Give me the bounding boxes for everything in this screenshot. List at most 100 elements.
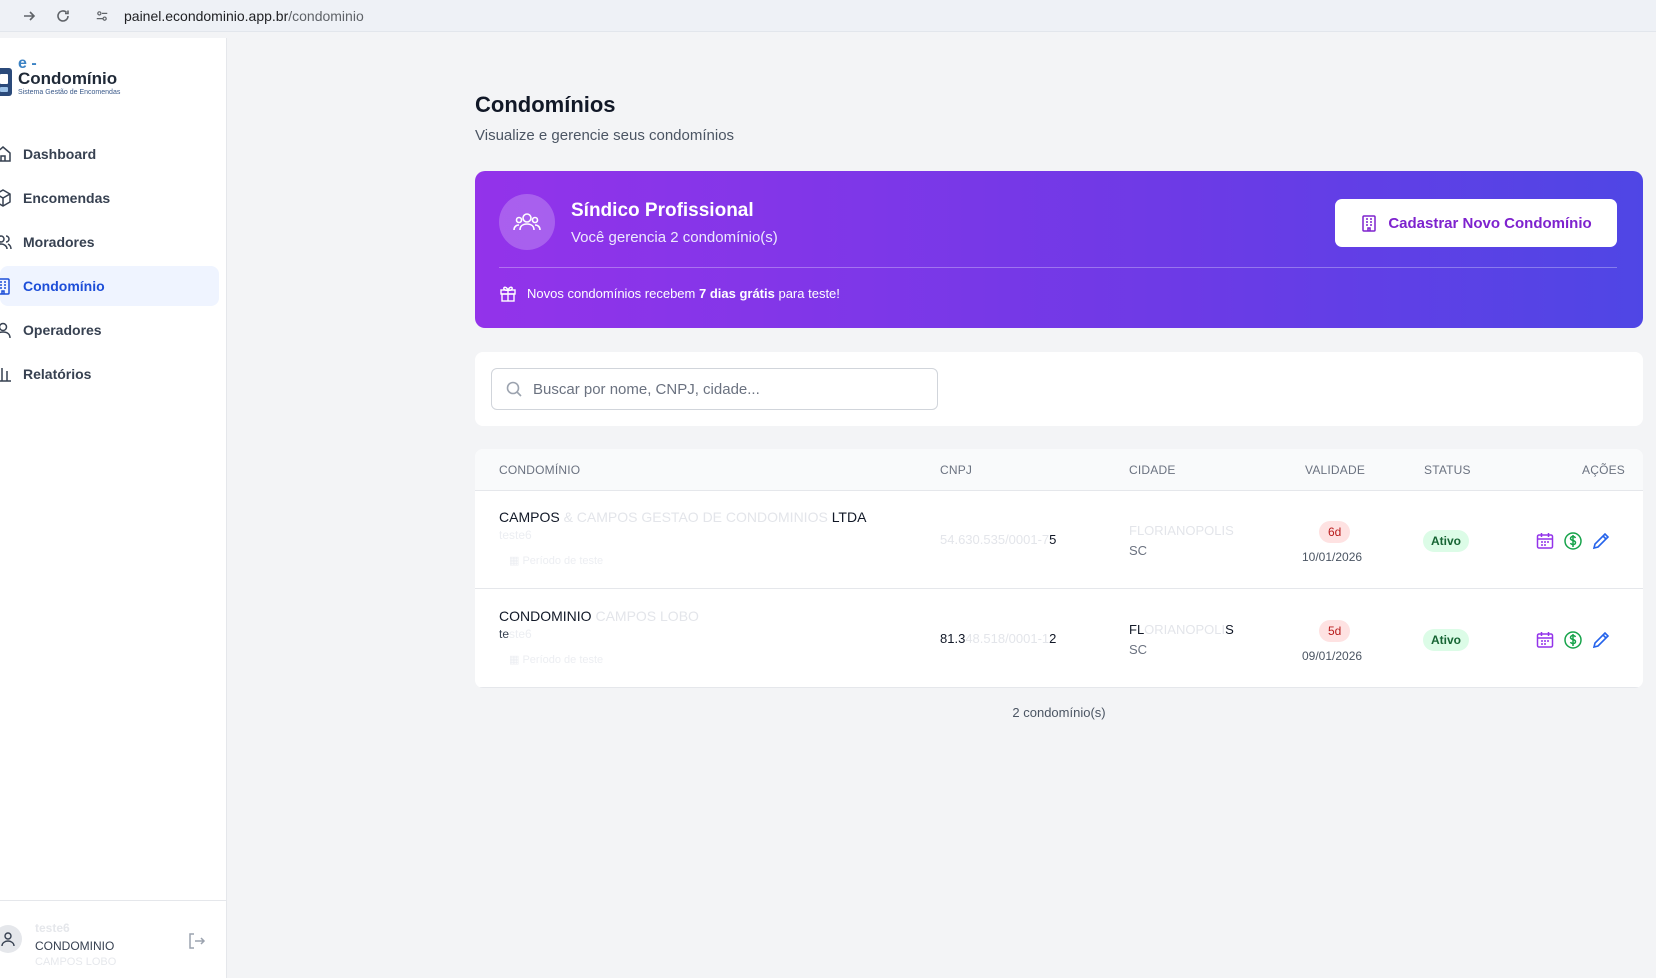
banner-promo: Novos condomínios recebem 7 dias grátis …: [499, 284, 840, 302]
validity-date: 10/01/2026: [1302, 550, 1363, 564]
calendar-icon[interactable]: [1535, 630, 1555, 650]
trial-label: Período de teste: [522, 555, 604, 567]
condominio-count: 2 condomínio(s): [1012, 705, 1106, 720]
sidebar-item-label: Operadores: [23, 322, 102, 338]
days-left-badge: 5d: [1319, 620, 1351, 642]
city-faded: ORIANOPOLI: [1144, 622, 1226, 637]
banner-divider: [499, 267, 1617, 268]
trial-badge: ▦ Período de teste: [509, 654, 604, 666]
logo-tagline: Sistema Gestão de Encomendas: [18, 89, 121, 96]
add-condominio-button[interactable]: Cadastrar Novo Condomínio: [1335, 199, 1617, 247]
building-icon: [1360, 214, 1378, 232]
condo-name: CAMPOS & CAMPOS GESTAO DE CONDOMINIOS LT…: [499, 509, 866, 525]
page-subtitle: Visualize e gerencie seus condomínios: [475, 127, 735, 144]
sidebar-item-label: Dashboard: [23, 146, 97, 162]
sidebar-item-encomendas[interactable]: Encomendas: [0, 178, 219, 218]
status-badge: Ativo: [1423, 629, 1469, 651]
package-icon: [0, 189, 12, 207]
edit-icon[interactable]: [1591, 630, 1611, 650]
building-icon: [0, 277, 12, 295]
search-card: [475, 352, 1643, 426]
edit-icon[interactable]: [1591, 531, 1611, 551]
banner-subtitle: Você gerencia 2 condomínio(s): [571, 229, 778, 246]
header-validade[interactable]: VALIDADE: [1305, 463, 1365, 477]
city-visible: FL: [1129, 622, 1145, 637]
sidebar-item-condominio[interactable]: Condomínio: [0, 266, 219, 306]
url-domain: painel.econdominio.app.br: [124, 8, 289, 24]
city-faded: FLORIANOPOLIS: [1129, 523, 1234, 538]
condo-name-start: CAMPOS: [499, 509, 560, 525]
users-icon: [0, 233, 12, 251]
condo-city: FLORIANOPOLIS: [1129, 622, 1234, 637]
search-box[interactable]: [491, 368, 938, 410]
validity-date: 09/01/2026: [1302, 649, 1363, 663]
status-badge: Ativo: [1423, 530, 1469, 552]
sidebar-item-relatorios[interactable]: Relatórios: [0, 354, 219, 394]
site-settings-icon[interactable]: [92, 6, 112, 26]
home-icon: [0, 145, 12, 163]
user-avatar-icon: [1, 932, 15, 947]
sidebar-user-panel: teste6 CONDOMINIO CAMPOS LOBO: [0, 900, 227, 978]
condominios-table: CONDOMÍNIO CNPJ CIDADE VALIDADE STATUS A…: [475, 449, 1643, 688]
logo-name: Condomínio: [18, 69, 118, 88]
condo-city: FLORIANOPOLIS: [1129, 523, 1234, 538]
calendar-icon[interactable]: [1535, 531, 1555, 551]
user-icon: [0, 321, 12, 339]
dollar-icon[interactable]: [1563, 630, 1583, 650]
condo-cnpj: 54.630.535/0001-75: [940, 532, 1056, 547]
promo-text-before: Novos condomínios recebem: [527, 285, 699, 301]
condo-name-faded: & CAMPOS GESTAO DE CONDOMINIOS: [559, 509, 832, 525]
header-cidade[interactable]: CIDADE: [1129, 463, 1176, 477]
sidebar-item-moradores[interactable]: Moradores: [0, 222, 219, 262]
days-left-badge: 6d: [1319, 521, 1351, 543]
logo-mark-icon: [0, 68, 12, 96]
table-row[interactable]: CAMPOS & CAMPOS GESTAO DE CONDOMINIOS LT…: [475, 491, 1643, 589]
owner-faded: teste6: [499, 528, 532, 542]
header-status[interactable]: STATUS: [1424, 463, 1471, 477]
sidebar-item-label: Relatórios: [23, 366, 92, 382]
dollar-icon[interactable]: [1563, 531, 1583, 551]
cnpj-visible: 81.3: [940, 631, 966, 646]
sidebar-item-label: Moradores: [23, 234, 95, 250]
page-title: Condomínios: [475, 92, 616, 117]
banner-title: Síndico Profissional: [571, 200, 754, 221]
table-row[interactable]: CONDOMINIO CAMPOS LOBO teste6 ▦ Período …: [475, 590, 1643, 688]
user-condo-faded: CAMPOS LOBO: [35, 956, 117, 968]
search-input[interactable]: [533, 380, 933, 398]
forward-icon[interactable]: [16, 3, 42, 29]
cnpj-end: 2: [1049, 631, 1057, 646]
header-acoes: AÇÕES: [1582, 463, 1626, 477]
users-icon: [499, 194, 555, 250]
address-bar[interactable]: painel.econdominio.app.br/condominio: [92, 4, 364, 28]
url-path: /condominio: [288, 8, 364, 24]
sidebar: e - Condomínio Sistema Gestão de Encomen…: [0, 38, 227, 978]
browser-bar: painel.econdominio.app.br/condominio: [0, 0, 1656, 32]
condo-name-faded: CAMPOS LOBO: [591, 608, 699, 624]
header-cnpj[interactable]: CNPJ: [940, 463, 972, 477]
gift-icon: [499, 284, 517, 302]
reload-icon[interactable]: [50, 3, 76, 29]
cnpj-end: 5: [1049, 532, 1057, 547]
trial-label: Período de teste: [522, 654, 604, 666]
user-name: teste6: [35, 921, 70, 935]
sidebar-item-operadores[interactable]: Operadores: [0, 310, 219, 350]
sidebar-item-label: Encomendas: [23, 190, 111, 206]
sindico-banner: Síndico Profissional Você gerencia 2 con…: [475, 171, 1643, 328]
avatar[interactable]: [0, 925, 22, 953]
owner-visible: te: [499, 627, 510, 641]
add-condominio-label: Cadastrar Novo Condomínio: [1388, 214, 1592, 232]
condo-state: SC: [1129, 642, 1148, 657]
condo-cnpj: 81.348.518/0001-12: [940, 631, 1056, 646]
header-condominio[interactable]: CONDOMÍNIO: [499, 463, 580, 477]
cnpj-faded: 54.630.535/0001-7: [940, 532, 1050, 547]
condo-owner: teste6: [499, 528, 532, 542]
sidebar-item-dashboard[interactable]: Dashboard: [0, 134, 219, 174]
promo-text-bold: 7 dias grátis: [698, 285, 775, 301]
logo[interactable]: e - Condomínio Sistema Gestão de Encomen…: [0, 56, 120, 102]
city-end: S: [1225, 622, 1234, 637]
promo-text-after: para teste!: [774, 285, 840, 301]
bar-chart-icon: [0, 365, 12, 383]
table-header: CONDOMÍNIO CNPJ CIDADE VALIDADE STATUS A…: [475, 449, 1643, 491]
trial-badge: ▦ Período de teste: [509, 555, 604, 567]
logout-icon[interactable]: [186, 931, 206, 951]
